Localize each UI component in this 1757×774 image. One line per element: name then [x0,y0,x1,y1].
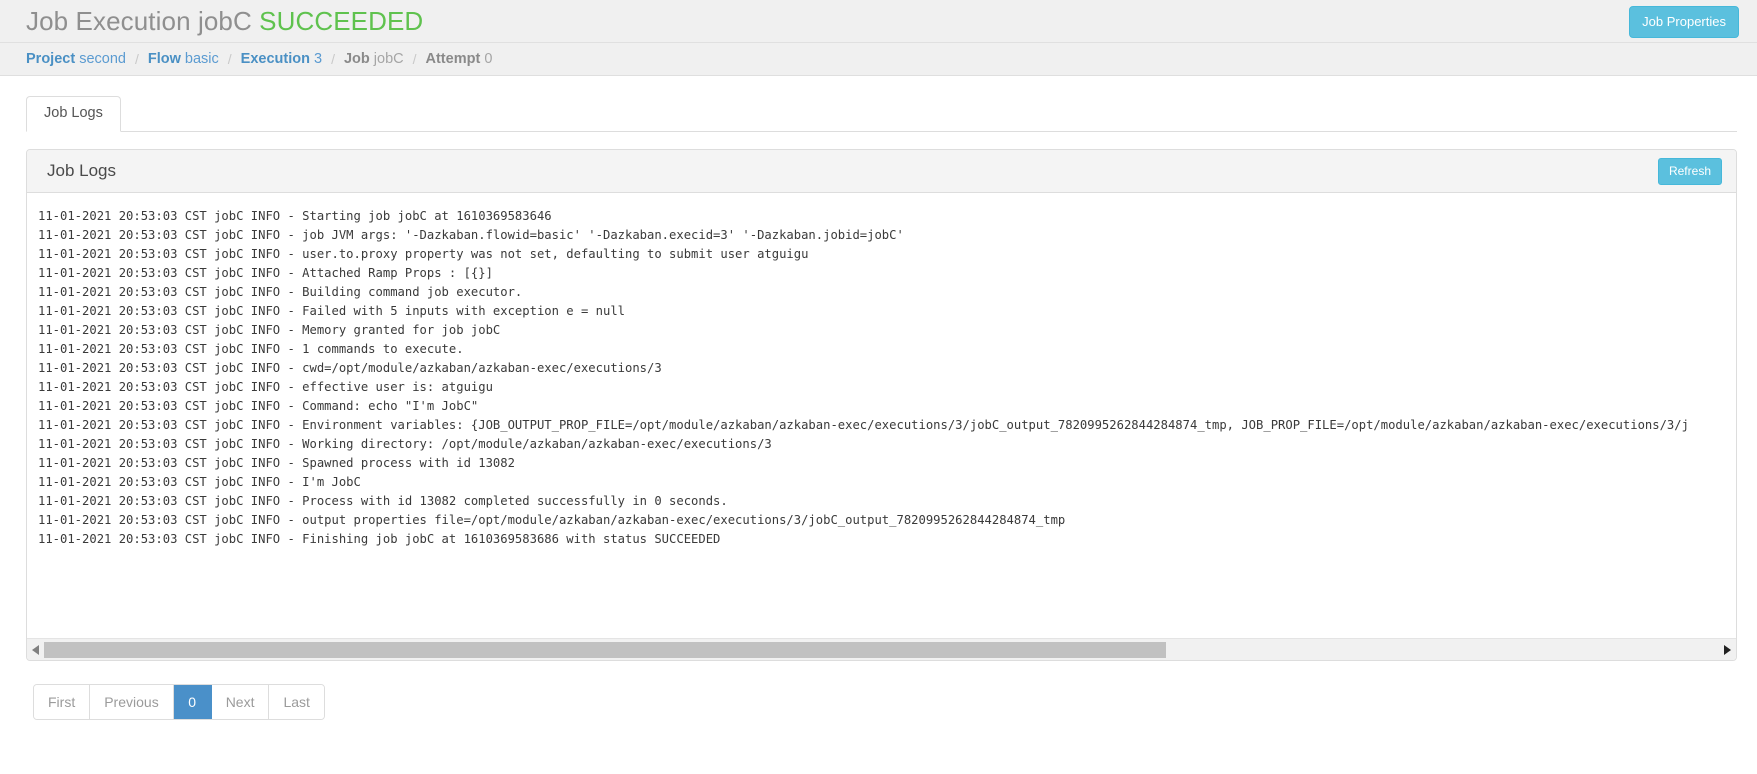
page-header: Job Execution jobC SUCCEEDED Job Propert… [0,0,1757,43]
log-line: 11-01-2021 20:53:03 CST jobC INFO - Comm… [38,399,479,413]
log-line: 11-01-2021 20:53:03 CST jobC INFO - Atta… [38,266,493,280]
job-logs-panel-header: Job Logs Refresh [27,150,1736,193]
breadcrumb-key-execution: Execution [240,51,310,67]
page-title-text: Job Execution jobC [26,6,252,36]
breadcrumb-value-execution: 3 [314,51,323,67]
breadcrumb-separator-1: / [134,51,139,67]
log-line: 11-01-2021 20:53:03 CST jobC INFO - Buil… [38,285,523,299]
job-logs-panel: Job Logs Refresh 11-01-2021 20:53:03 CST… [26,149,1737,661]
breadcrumb-item-job: Job jobC [344,51,404,67]
log-line: 11-01-2021 20:53:03 CST jobC INFO - Spaw… [38,456,515,470]
log-line: 11-01-2021 20:53:03 CST jobC INFO - Fail… [38,304,625,318]
job-logs-body[interactable]: 11-01-2021 20:53:03 CST jobC INFO - Star… [27,193,1736,638]
breadcrumb-key-attempt: Attempt [425,51,481,67]
log-line: 11-01-2021 20:53:03 CST jobC INFO - I'm … [38,475,361,489]
status-badge: SUCCEEDED [259,6,424,36]
pagination-last[interactable]: Last [269,685,324,720]
log-line: 11-01-2021 20:53:03 CST jobC INFO - job … [38,228,904,242]
scroll-left-arrow-icon[interactable] [27,639,44,661]
log-line: 11-01-2021 20:53:03 CST jobC INFO - outp… [38,513,1066,527]
pagination-page-0[interactable]: 0 [173,685,212,720]
breadcrumb-item-project[interactable]: Project second [26,51,126,67]
pagination: First Previous 0 Next Last [33,684,325,721]
log-line: 11-01-2021 20:53:03 CST jobC INFO - cwd=… [38,361,662,375]
breadcrumb-value-flow: basic [184,51,219,67]
breadcrumb-separator-3: / [331,51,335,67]
job-logs-text: 11-01-2021 20:53:03 CST jobC INFO - Star… [27,193,1689,549]
scrollbar-thumb[interactable] [44,641,1167,658]
pagination-previous[interactable]: Previous [90,685,174,720]
breadcrumb-value-project: second [79,51,126,67]
breadcrumb-key-project: Project [26,51,76,67]
log-line: 11-01-2021 20:53:03 CST jobC INFO - Work… [38,437,772,451]
log-line: 11-01-2021 20:53:03 CST jobC INFO - effe… [38,380,493,394]
breadcrumb: Project second / Flow basic / Execution … [0,43,1757,76]
breadcrumb-value-job: jobC [373,51,404,67]
refresh-button[interactable]: Refresh [1657,158,1722,185]
log-line: 11-01-2021 20:53:03 CST jobC INFO - Fini… [38,532,721,546]
breadcrumb-item-flow[interactable]: Flow basic [148,51,219,67]
pagination-next[interactable]: Next [211,685,270,720]
log-line: 11-01-2021 20:53:03 CST jobC INFO - user… [38,247,809,261]
scrollbar-track[interactable] [44,641,1719,658]
log-line: 11-01-2021 20:53:03 CST jobC INFO - Star… [38,209,552,223]
tab-strip: Job Logs [26,95,1737,132]
log-line: 11-01-2021 20:53:03 CST jobC INFO - Memo… [38,323,501,337]
breadcrumb-separator-2: / [227,51,232,67]
page-title: Job Execution jobC SUCCEEDED [26,6,423,37]
log-line: 11-01-2021 20:53:03 CST jobC INFO - 1 co… [38,342,464,356]
breadcrumb-item-execution[interactable]: Execution 3 [241,51,322,67]
job-logs-horizontal-scrollbar[interactable] [27,638,1736,660]
breadcrumb-key-flow: Flow [147,51,181,67]
pagination-first[interactable]: First [34,685,91,720]
log-line: 11-01-2021 20:53:03 CST jobC INFO - Envi… [38,418,1689,432]
breadcrumb-value-attempt: 0 [484,51,493,67]
job-logs-panel-title: Job Logs [47,161,116,180]
log-line: 11-01-2021 20:53:03 CST jobC INFO - Proc… [38,494,728,508]
scroll-right-arrow-icon[interactable] [1719,639,1736,661]
breadcrumb-item-attempt: Attempt 0 [426,51,493,67]
job-properties-button[interactable]: Job Properties [1629,6,1739,38]
breadcrumb-separator-4: / [412,51,417,67]
tab-job-logs[interactable]: Job Logs [26,96,121,132]
breadcrumb-key-job: Job [343,51,370,67]
